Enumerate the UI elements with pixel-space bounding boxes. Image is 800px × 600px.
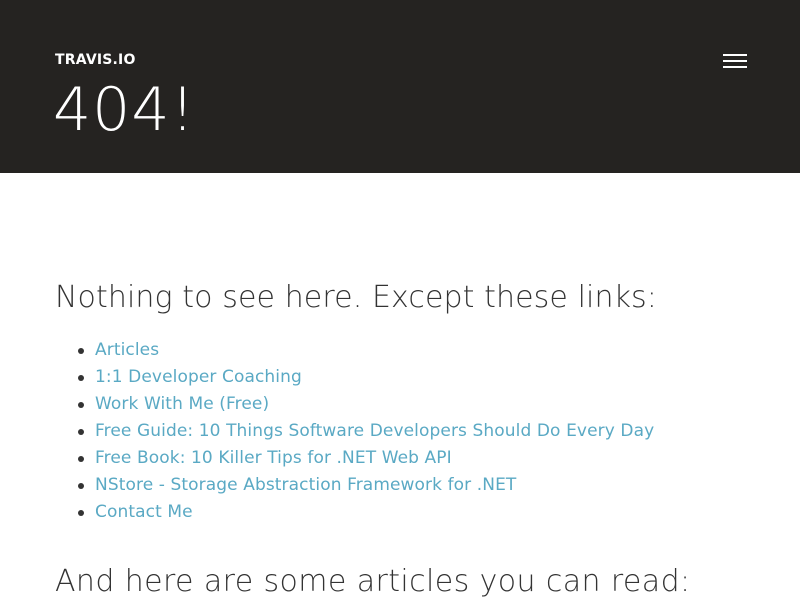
bullet-icon	[78, 510, 84, 516]
bullet-icon	[78, 402, 84, 408]
link-articles[interactable]: Articles	[95, 340, 159, 360]
link-nstore[interactable]: NStore - Storage Abstraction Framework f…	[95, 475, 516, 495]
page-title: 404!	[53, 75, 196, 145]
bullet-icon	[78, 375, 84, 381]
link-work-with-me[interactable]: Work With Me (Free)	[95, 394, 269, 414]
list-item: Free Book: 10 Killer Tips for .NET Web A…	[55, 445, 654, 472]
link-contact-me[interactable]: Contact Me	[95, 502, 193, 522]
link-developer-coaching[interactable]: 1:1 Developer Coaching	[95, 367, 302, 387]
list-item: Contact Me	[55, 499, 654, 526]
site-logo-link[interactable]: TRAVIS.IO	[55, 52, 136, 68]
bullet-icon	[78, 483, 84, 489]
menu-line	[723, 66, 747, 68]
list-item: Work With Me (Free)	[55, 391, 654, 418]
menu-line	[723, 54, 747, 56]
list-item: Free Guide: 10 Things Software Developer…	[55, 418, 654, 445]
bullet-icon	[78, 456, 84, 462]
bullet-icon	[78, 348, 84, 354]
links-heading: Nothing to see here. Except these links:	[55, 280, 657, 315]
list-item: Articles	[55, 337, 654, 364]
links-list: Articles 1:1 Developer Coaching Work Wit…	[55, 337, 654, 526]
menu-line	[723, 60, 747, 62]
articles-heading: And here are some articles you can read:	[55, 564, 691, 599]
link-free-book[interactable]: Free Book: 10 Killer Tips for .NET Web A…	[95, 448, 452, 468]
hamburger-menu-icon[interactable]	[723, 53, 747, 69]
site-header: TRAVIS.IO 404!	[0, 0, 800, 173]
list-item: 1:1 Developer Coaching	[55, 364, 654, 391]
link-free-guide[interactable]: Free Guide: 10 Things Software Developer…	[95, 421, 654, 441]
bullet-icon	[78, 429, 84, 435]
list-item: NStore - Storage Abstraction Framework f…	[55, 472, 654, 499]
